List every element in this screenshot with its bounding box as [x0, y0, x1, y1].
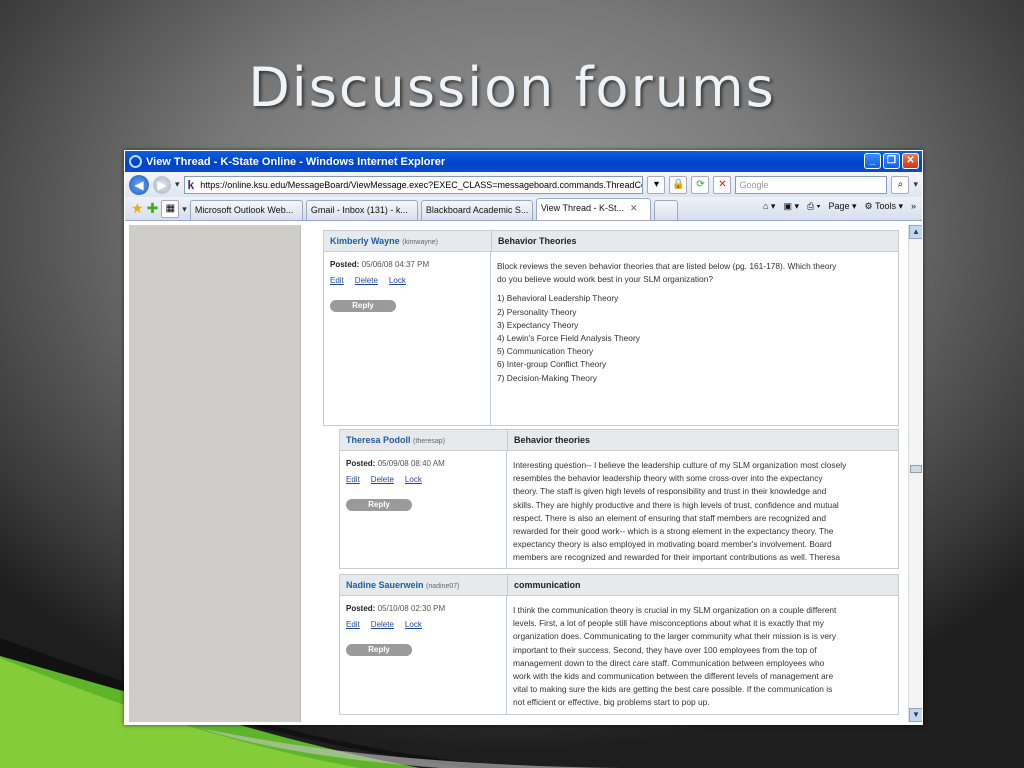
- page-menu[interactable]: Page ▾: [828, 201, 856, 212]
- theory-list-item: 5) Communication Theory: [497, 346, 594, 357]
- scroll-up-icon[interactable]: ▲: [909, 225, 922, 239]
- tab-outlook[interactable]: Microsoft Outlook Web...: [189, 200, 303, 220]
- restore-button[interactable]: ❐: [883, 153, 900, 169]
- browser-window: View Thread - K-State Online - Windows I…: [124, 150, 923, 725]
- close-tab-icon[interactable]: ✕: [630, 203, 638, 213]
- message-post: Theresa Podoll (theresap) Behavior theor…: [339, 429, 899, 569]
- edit-link[interactable]: Edit: [330, 276, 344, 285]
- vertical-scrollbar[interactable]: ▲ ▼: [908, 225, 922, 722]
- home-icon[interactable]: ⌂ ▾: [763, 201, 775, 212]
- back-button[interactable]: ◀: [129, 174, 149, 195]
- minimize-button[interactable]: _: [864, 153, 881, 169]
- post-body: Block reviews the seven behavior theorie…: [491, 252, 898, 425]
- theory-list-item: 2) Personality Theory: [497, 306, 577, 317]
- post-body: Interesting question-- I believe the lea…: [513, 460, 847, 563]
- command-bar: ⌂ ▾ ▣ ▾ ⎙ ▾ Page ▾ ⚙ Tools ▾ »: [763, 201, 916, 212]
- feeds-icon[interactable]: ▣ ▾: [783, 201, 799, 212]
- post-username: (nadine07): [426, 583, 460, 590]
- address-dropdown-icon[interactable]: ▾: [647, 175, 666, 194]
- reply-button[interactable]: Reply: [330, 300, 396, 312]
- post-author[interactable]: Theresa Podoll: [346, 435, 411, 445]
- address-text: https://online.ksu.edu/MessageBoard/View…: [200, 179, 644, 190]
- post-username: (theresap): [413, 438, 445, 445]
- left-navigation-pane: [129, 225, 301, 722]
- edit-link[interactable]: Edit: [346, 620, 360, 629]
- theory-list-item: 7) Decision-Making Theory: [497, 372, 597, 383]
- add-favorite-icon[interactable]: ✚: [147, 200, 159, 217]
- theory-list-item: 3) Expectancy Theory: [497, 319, 579, 330]
- refresh-icon[interactable]: ⟳: [691, 175, 710, 194]
- history-dropdown-icon[interactable]: ▾: [175, 179, 180, 190]
- message-post: Nadine Sauerwein (nadine07) communicatio…: [339, 574, 899, 715]
- theory-list-item: 1) Behavioral Leadership Theory: [497, 293, 619, 304]
- search-input[interactable]: Google: [735, 175, 888, 194]
- ksu-favicon-icon: k: [187, 177, 195, 192]
- post-author[interactable]: Kimberly Wayne: [330, 236, 400, 246]
- reply-button[interactable]: Reply: [346, 499, 412, 511]
- posted-date: 05/10/08 02:30 PM: [377, 604, 446, 613]
- post-username: (kimwayne): [402, 239, 439, 246]
- search-options-icon[interactable]: ▾: [913, 179, 918, 190]
- address-toolbar: ◀ ▶ ▾ k https://online.ksu.edu/MessageBo…: [125, 172, 922, 197]
- delete-link[interactable]: Delete: [355, 276, 378, 285]
- stop-icon[interactable]: ✕: [713, 175, 732, 194]
- forward-button[interactable]: ▶: [153, 175, 171, 194]
- window-title: View Thread - K-State Online - Windows I…: [146, 155, 446, 168]
- scroll-down-icon[interactable]: ▼: [909, 708, 922, 722]
- search-icon[interactable]: ⌕: [891, 175, 910, 194]
- tab-gmail[interactable]: Gmail - Inbox (131) - k...: [305, 200, 418, 220]
- ie-logo-icon: [129, 155, 142, 168]
- edit-link[interactable]: Edit: [346, 475, 360, 484]
- lock-icon[interactable]: 🔒: [669, 175, 688, 194]
- message-post: Kimberly Wayne (kimwayne) Behavior Theor…: [323, 230, 899, 426]
- new-tab-button[interactable]: [653, 200, 678, 220]
- tab-blackboard[interactable]: Blackboard Academic S...: [420, 200, 533, 220]
- post-subject: communication: [507, 574, 581, 596]
- posted-label: Posted:: [346, 604, 376, 613]
- posted-date: 05/06/08 04:37 PM: [361, 260, 430, 269]
- window-titlebar: View Thread - K-State Online - Windows I…: [125, 151, 922, 172]
- post-author[interactable]: Nadine Sauerwein: [346, 580, 424, 590]
- lock-link[interactable]: Lock: [389, 276, 406, 285]
- tab-bar: ★ ✚ ▦ ▾ Microsoft Outlook Web... Gmail -…: [125, 197, 922, 221]
- favorites-star-icon[interactable]: ★: [131, 200, 144, 217]
- print-icon[interactable]: ⎙ ▾: [807, 201, 820, 212]
- posted-label: Posted:: [346, 459, 376, 468]
- delete-link[interactable]: Delete: [371, 620, 394, 629]
- address-bar[interactable]: k https://online.ksu.edu/MessageBoard/Vi…: [183, 175, 644, 194]
- reply-button[interactable]: Reply: [346, 644, 412, 656]
- posted-date: 05/09/08 08:40 AM: [377, 459, 445, 468]
- more-commands-icon[interactable]: »: [911, 201, 916, 212]
- tools-menu[interactable]: ⚙ Tools ▾: [865, 201, 903, 212]
- lock-link[interactable]: Lock: [405, 475, 422, 484]
- delete-link[interactable]: Delete: [371, 475, 394, 484]
- post-body: I think the communication theory is cruc…: [513, 605, 837, 708]
- quick-tabs-icon[interactable]: ▦: [161, 200, 180, 218]
- close-button[interactable]: ✕: [902, 153, 919, 169]
- theory-list-item: 4) Lewin's Force Field Analysis Theory: [497, 333, 640, 344]
- lock-link[interactable]: Lock: [405, 620, 422, 629]
- slide-title: Discussion forums: [248, 56, 776, 119]
- post-subject: Behavior Theories: [491, 230, 577, 252]
- page-content: Kimberly Wayne (kimwayne) Behavior Theor…: [125, 221, 922, 724]
- tab-list-icon[interactable]: ▾: [182, 204, 187, 215]
- tab-view-thread[interactable]: View Thread - K-St... ✕: [535, 198, 651, 220]
- posted-label: Posted:: [330, 260, 360, 269]
- theory-list-item: 6) Inter-group Conflict Theory: [497, 359, 607, 370]
- scroll-thumb[interactable]: [910, 465, 922, 473]
- post-subject: Behavior theories: [507, 429, 590, 451]
